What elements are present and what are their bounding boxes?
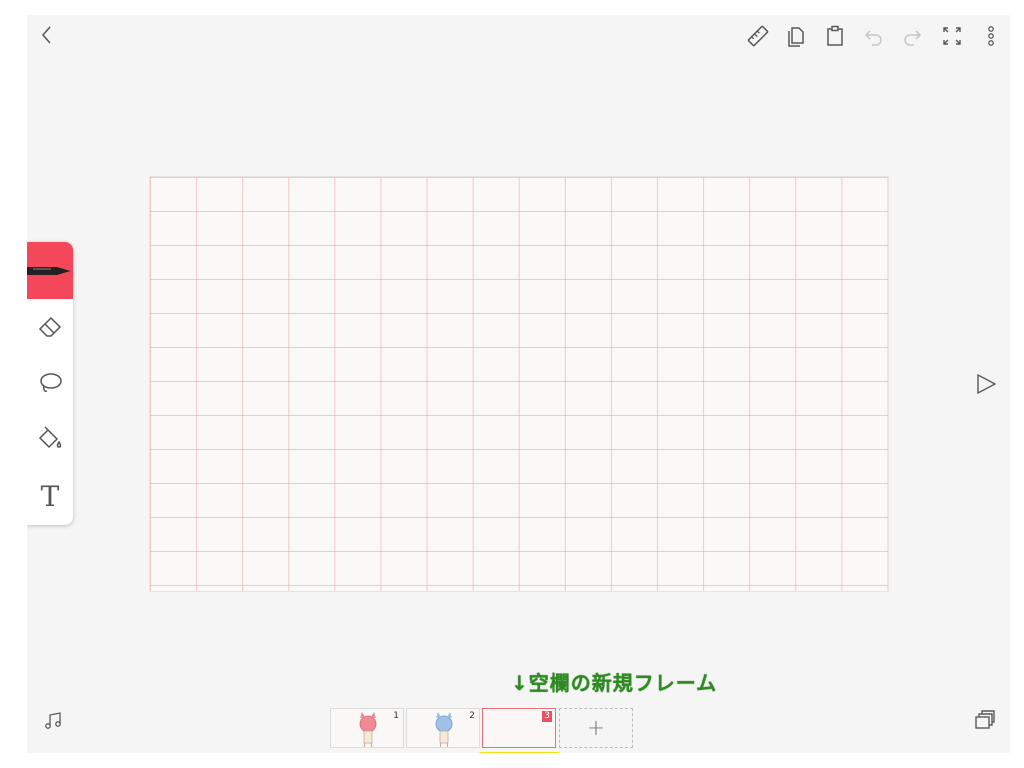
back-arrow-icon[interactable]: [35, 23, 59, 47]
frame-number: 1: [393, 711, 399, 721]
pen-tool[interactable]: [27, 242, 73, 299]
frame-thumbnail-3[interactable]: 3: [482, 708, 556, 748]
drawing-canvas[interactable]: [149, 176, 889, 592]
text-tool-glyph: T: [40, 479, 60, 513]
ruler-icon[interactable]: [745, 23, 771, 49]
eraser-tool[interactable]: [27, 304, 73, 352]
redo-icon[interactable]: [899, 23, 925, 49]
undo-icon[interactable]: [861, 23, 887, 49]
app-window: T 1 2 3 + ↓空欄の新規フレーム: [27, 15, 1010, 753]
eraser-icon: [38, 316, 62, 337]
plus-icon: +: [586, 715, 606, 741]
highlight-marker: [477, 752, 562, 753]
paste-icon[interactable]: [822, 23, 848, 49]
lasso-icon: [40, 373, 62, 392]
tool-palette: T: [27, 242, 73, 525]
fullscreen-icon[interactable]: [939, 23, 965, 49]
bucket-tool[interactable]: [27, 414, 73, 462]
more-icon[interactable]: [981, 23, 1001, 49]
copy-icon[interactable]: [783, 23, 809, 49]
layers-icon[interactable]: [972, 707, 998, 733]
add-frame-button[interactable]: +: [559, 708, 633, 748]
paint-bucket-icon: [38, 426, 62, 449]
play-icon[interactable]: [973, 371, 999, 397]
music-icon[interactable]: [41, 709, 65, 733]
frame-thumbnail-2[interactable]: 2: [406, 708, 480, 748]
text-tool[interactable]: T: [27, 472, 73, 520]
lasso-tool[interactable]: [27, 359, 73, 407]
frame-number: 3: [542, 711, 552, 722]
frame-thumbnail-1[interactable]: 1: [330, 708, 404, 748]
pen-icon: [27, 266, 71, 275]
annotation-label: ↓空欄の新規フレーム: [511, 671, 718, 695]
frame-number: 2: [469, 711, 475, 721]
